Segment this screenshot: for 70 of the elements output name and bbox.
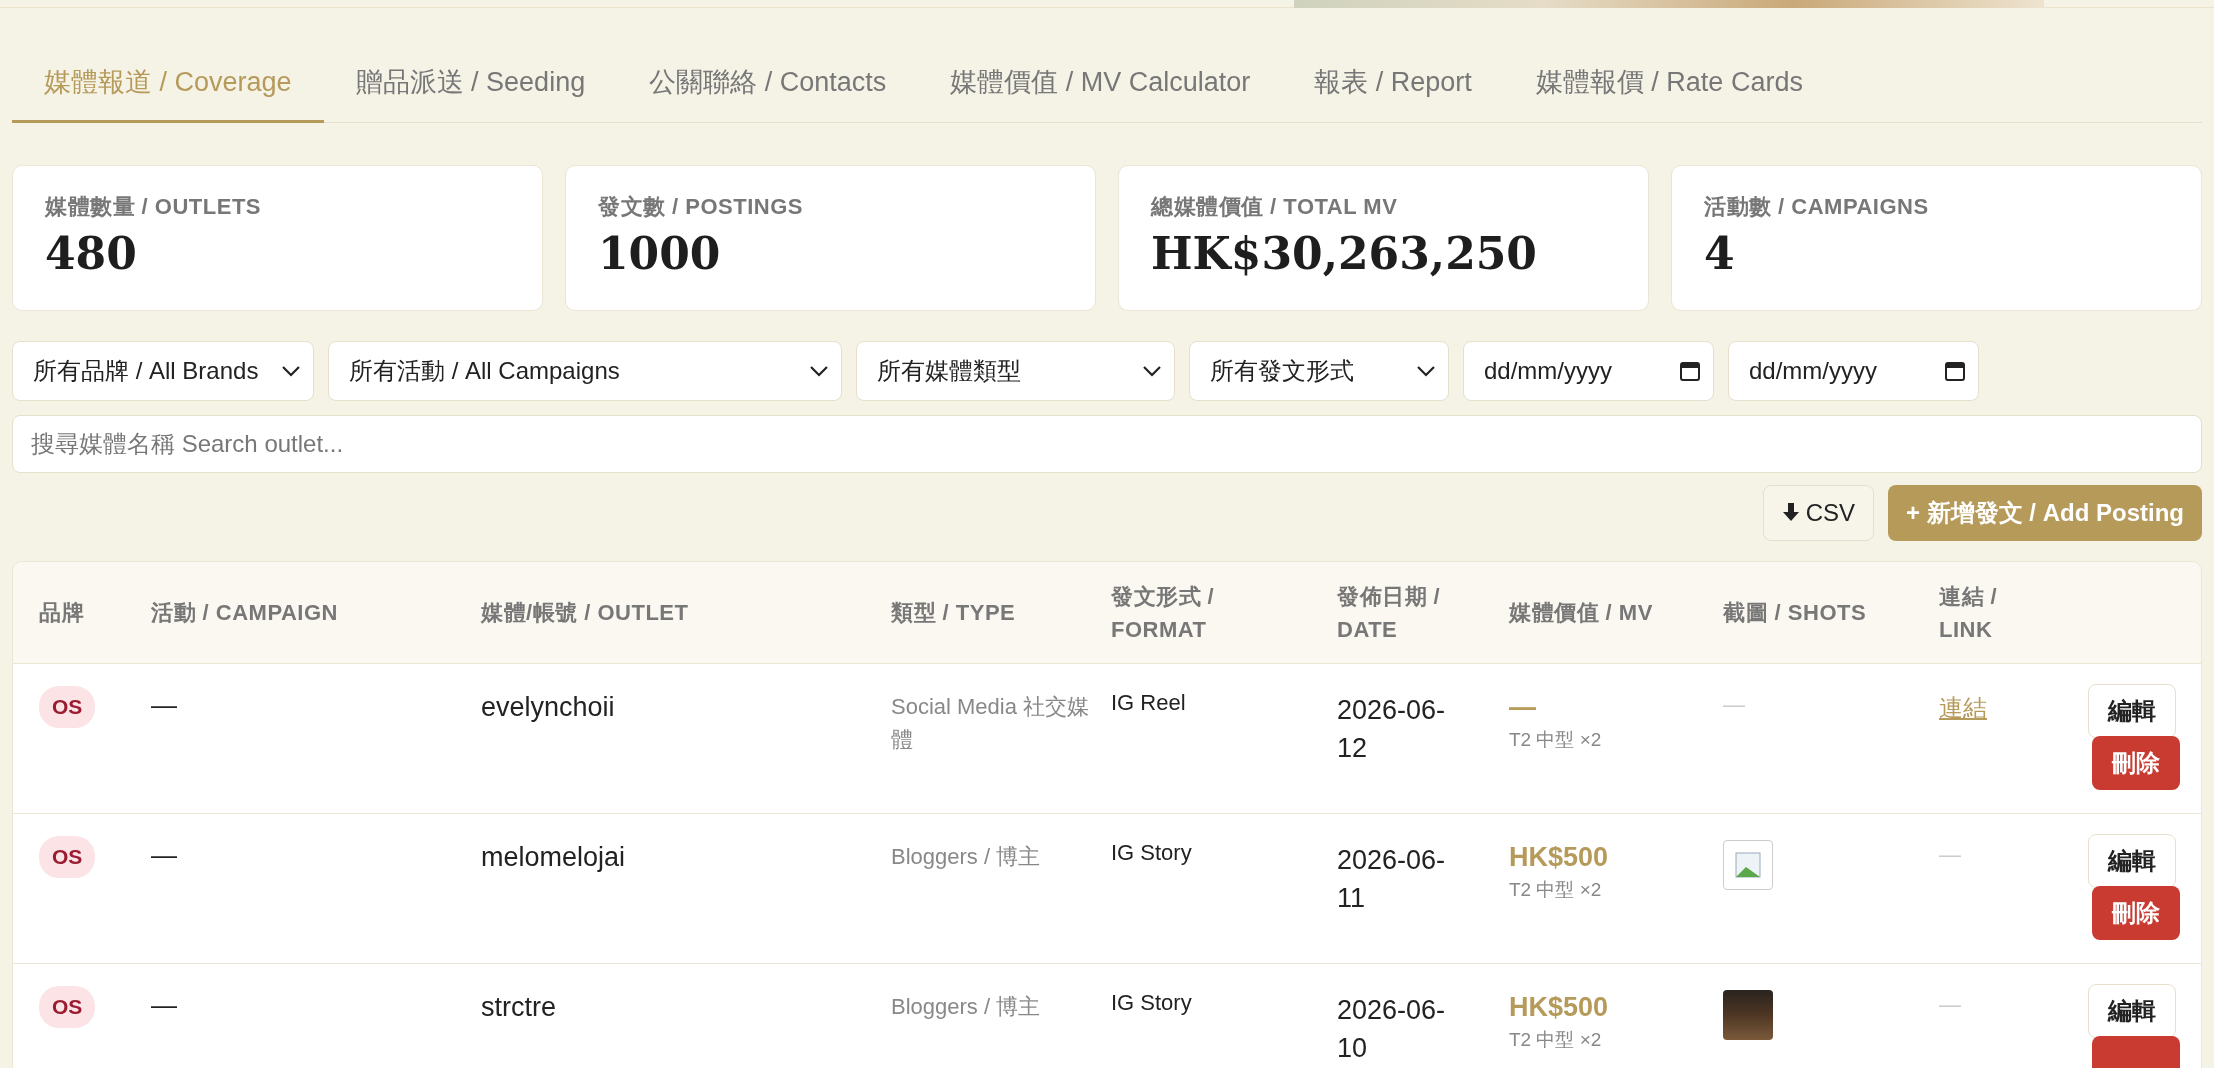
- tab[interactable]: 報表 / Report: [1282, 54, 1504, 123]
- column-header: 發佈日期 / DATE: [1337, 582, 1442, 644]
- delete-button[interactable]: 刪除: [2091, 736, 2180, 790]
- media-value: —: [1509, 692, 1536, 723]
- table-cell-text: —: [1939, 841, 1961, 868]
- tab[interactable]: 媒體報價 / Rate Cards: [1503, 54, 1835, 123]
- brand-tag: OS: [39, 986, 96, 1028]
- column-header: 截圖 / SHOTS: [1723, 599, 1868, 627]
- column-header: 連結 / LINK: [1939, 582, 1999, 644]
- calendar-icon: [1679, 360, 1701, 382]
- table-cell-text: IG Story: [1111, 989, 1192, 1016]
- search-field[interactable]: 搜尋媒體名稱 Search outlet...: [12, 415, 2202, 473]
- table-cell-text: 2026-06-11: [1337, 844, 1447, 915]
- stat-value: HK$30,263,250: [1151, 228, 1538, 279]
- table-cell-text: 2026-06-10: [1337, 994, 1447, 1065]
- csv-button[interactable]: CSV: [1762, 485, 1874, 541]
- stat-label: 活動數 / CAMPAIGNS: [1704, 193, 1930, 221]
- table-cell-text: —: [151, 689, 177, 721]
- empty-value: —: [1723, 691, 1745, 718]
- broken-image-icon[interactable]: [1723, 840, 1773, 890]
- chevron-down-icon: [809, 365, 829, 377]
- calendar-icon: [1944, 360, 1966, 382]
- column-header: 類型 / TYPE: [891, 599, 1017, 627]
- filter-dropdown[interactable]: 所有媒體類型: [856, 341, 1175, 401]
- table-cell-text: —: [151, 989, 177, 1021]
- column-header: 發文形式 / FORMAT: [1111, 582, 1216, 644]
- table-cell-text: evelynchoii: [481, 691, 615, 723]
- media-value: HK$500: [1509, 992, 1609, 1023]
- table-cell-text: IG Story: [1111, 839, 1192, 866]
- date-field[interactable]: dd/mm/yyyy: [1463, 341, 1714, 401]
- brand-tag: OS: [39, 836, 96, 878]
- tier-label: T2 中型 ×2: [1509, 1028, 1602, 1052]
- stat-value: 4: [1704, 228, 1736, 279]
- chevron-down-icon: [281, 365, 301, 377]
- chevron-down-icon: [1416, 365, 1436, 377]
- filter-dropdown[interactable]: 所有活動 / All Campaigns: [328, 341, 842, 401]
- table-cell-text: Bloggers / 博主: [891, 843, 1042, 871]
- table-cell-text: —: [151, 839, 177, 871]
- stat-value: 480: [45, 228, 138, 279]
- tier-label: T2 中型 ×2: [1509, 728, 1602, 752]
- stat-label: 總媒體價值 / TOTAL MV: [1151, 193, 1399, 221]
- delete-button[interactable]: 刪除: [2091, 886, 2180, 940]
- table-cell-text: Social Media 社交媒體: [891, 693, 1091, 754]
- table-cell-text: IG Reel: [1111, 689, 1186, 716]
- table-cell-text: Bloggers / 博主: [891, 993, 1042, 1021]
- edit-button[interactable]: 編輯: [2087, 684, 2176, 738]
- column-header: 活動 / CAMPAIGN: [151, 599, 339, 627]
- table-cell-text: —: [1939, 991, 1961, 1018]
- media-value: HK$500: [1509, 842, 1609, 873]
- stat-value: 1000: [598, 228, 722, 279]
- stat-label: 發文數 / POSTINGS: [598, 193, 805, 221]
- chevron-down-icon: [1142, 365, 1162, 377]
- filter-dropdown[interactable]: 所有品牌 / All Brands: [12, 341, 314, 401]
- column-header: 品牌: [39, 599, 85, 627]
- stat-label: 媒體數量 / OUTLETS: [45, 193, 262, 221]
- date-field[interactable]: dd/mm/yyyy: [1728, 341, 1979, 401]
- tab[interactable]: 贈品派送 / Seeding: [323, 54, 618, 123]
- brand-tag: OS: [39, 686, 96, 728]
- table-cell-text: melomelojai: [481, 841, 626, 873]
- tab[interactable]: 媒體價值 / MV Calculator: [918, 54, 1283, 123]
- filter-dropdown[interactable]: 所有發文形式: [1189, 341, 1449, 401]
- table-cell-text: strctre: [481, 991, 556, 1023]
- photo-placeholder[interactable]: [1723, 990, 1773, 1040]
- column-header: 媒體/帳號 / OUTLET: [481, 599, 690, 627]
- edit-button[interactable]: 編輯: [2087, 834, 2176, 888]
- tab[interactable]: 公關聯絡 / Contacts: [617, 54, 919, 123]
- edit-button[interactable]: 編輯: [2087, 984, 2176, 1038]
- table-cell-text: 2026-06-12: [1337, 694, 1447, 765]
- column-header: 媒體價值 / MV: [1509, 599, 1654, 627]
- tier-label: T2 中型 ×2: [1509, 878, 1602, 902]
